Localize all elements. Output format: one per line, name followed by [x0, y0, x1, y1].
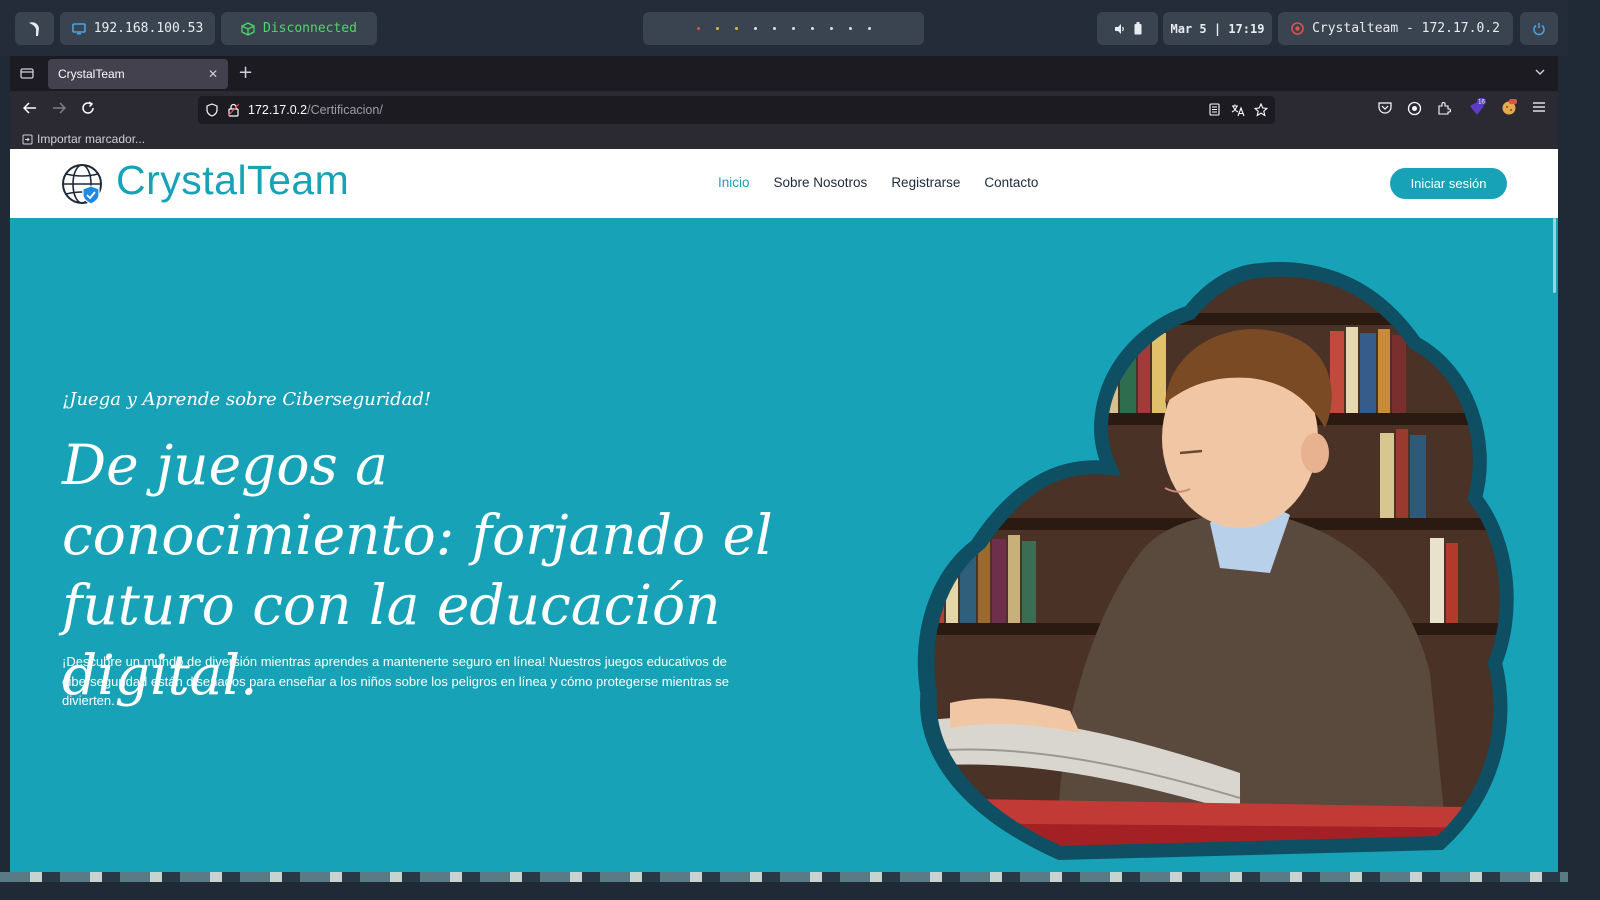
local-ip-text: 192.168.100.53 — [93, 21, 204, 36]
translate-icon[interactable] — [1231, 103, 1245, 117]
clock-text: Mar 5 | 17:19 — [1170, 21, 1265, 36]
new-tab-icon[interactable]: + — [238, 62, 253, 83]
system-menu-button[interactable] — [15, 12, 54, 45]
tab-list-icon[interactable] — [20, 66, 34, 80]
desktop-top-bar: 192.168.100.53 Disconnected Mar 5 | 17:1… — [0, 0, 1568, 56]
hamburger-menu-icon[interactable] — [1532, 101, 1546, 113]
webpage: CrystalTeam Inicio Sobre Nosotros Regist… — [10, 149, 1558, 872]
power-icon — [1533, 22, 1545, 35]
workspace-dot-10[interactable] — [867, 27, 871, 30]
workspace-dot-2[interactable] — [715, 27, 719, 30]
extension-badge: 16 — [1478, 100, 1485, 106]
vpn-status-indicator[interactable]: Disconnected — [221, 12, 377, 45]
workspace-dot-4[interactable] — [753, 27, 757, 30]
desktop-wallpaper — [0, 872, 1568, 882]
nav-link-contacto[interactable]: Contacto — [984, 175, 1038, 190]
target-indicator[interactable]: Crystalteam - 172.17.0.2 — [1278, 12, 1513, 45]
reload-icon[interactable] — [81, 101, 95, 115]
power-button[interactable] — [1520, 12, 1558, 45]
target-icon — [1291, 22, 1304, 35]
pocket-icon[interactable] — [1378, 101, 1392, 115]
local-ip-indicator[interactable]: 192.168.100.53 — [60, 12, 215, 45]
nav-link-inicio[interactable]: Inicio — [718, 175, 750, 190]
tab-strip: CrystalTeam ✕ + — [10, 56, 1558, 91]
monitor-icon — [71, 22, 86, 34]
vpn-status-text: Disconnected — [263, 21, 357, 36]
tab-crystalteam[interactable]: CrystalTeam ✕ — [48, 59, 228, 89]
url-path: /Certificacion/ — [307, 103, 383, 117]
hero-kicker: ¡Juega y Aprende sobre Ciberseguridad! — [62, 389, 432, 410]
main-nav: Inicio Sobre Nosotros Registrarse Contac… — [718, 175, 1038, 190]
lock-insecure-icon[interactable] — [228, 103, 239, 117]
globe-shield-logo-icon[interactable] — [60, 164, 106, 206]
back-arrow-icon[interactable] — [23, 101, 37, 115]
nav-link-registrarse[interactable]: Registrarse — [891, 175, 960, 190]
workspace-switcher[interactable] — [643, 12, 924, 45]
tab-close-icon[interactable]: ✕ — [208, 67, 218, 81]
hero-description: ¡Descubre un mundo de diversión mientras… — [62, 654, 729, 709]
workspace-dot-1[interactable] — [696, 27, 700, 30]
bookmarks-toolbar: Importar marcador... — [10, 129, 1558, 149]
brand-name[interactable]: CrystalTeam — [116, 157, 349, 204]
bookmark-star-icon[interactable] — [1254, 103, 1268, 117]
site-header: CrystalTeam Inicio Sobre Nosotros Regist… — [10, 149, 1558, 218]
import-bookmark-icon — [22, 134, 33, 144]
forward-arrow-icon[interactable] — [52, 101, 66, 115]
boy-reading-illustration — [917, 262, 1514, 861]
target-text: Crystalteam - 172.17.0.2 — [1312, 21, 1500, 36]
page-scrollbar[interactable] — [1553, 218, 1556, 293]
workspace-dot-5[interactable] — [772, 27, 776, 30]
workspace-dot-3[interactable] — [734, 27, 738, 30]
browser-window: CrystalTeam ✕ + 172.17.0.2/Certificacion… — [10, 56, 1558, 872]
foxyproxy-icon[interactable]: 16 — [1468, 98, 1486, 118]
extension-shield-icon[interactable] — [1407, 101, 1422, 116]
extensions-puzzle-icon[interactable] — [1437, 101, 1451, 115]
workspace-dot-6[interactable] — [791, 27, 795, 30]
tab-title: CrystalTeam — [58, 67, 125, 81]
workspace-dot-9[interactable] — [848, 27, 852, 30]
cookie-editor-icon[interactable] — [1500, 98, 1518, 116]
nav-link-sobre-nosotros[interactable]: Sobre Nosotros — [774, 175, 868, 190]
battery-icon — [1134, 22, 1141, 35]
url-bar[interactable]: 172.17.0.2/Certificacion/ — [198, 96, 1275, 124]
workspace-dot-7[interactable] — [810, 27, 814, 30]
app-menu-icon — [28, 21, 39, 36]
volume-battery-indicator[interactable] — [1097, 12, 1158, 45]
reader-view-icon[interactable] — [1209, 103, 1220, 116]
shield-icon[interactable] — [206, 103, 218, 117]
hero-section: ¡Juega y Aprende sobre Ciberseguridad! D… — [10, 218, 1558, 872]
clock-indicator[interactable]: Mar 5 | 17:19 — [1163, 12, 1272, 45]
import-bookmarks-link[interactable]: Importar marcador... — [37, 132, 145, 146]
login-button[interactable]: Iniciar sesión — [1390, 168, 1507, 199]
url-host: 172.17.0.2 — [248, 103, 308, 117]
navigation-toolbar: 172.17.0.2/Certificacion/ 16 — [10, 91, 1558, 129]
volume-icon — [1114, 23, 1124, 34]
chevron-down-icon[interactable] — [1534, 66, 1546, 78]
workspace-dot-8[interactable] — [829, 27, 833, 30]
cube-icon — [241, 21, 255, 36]
